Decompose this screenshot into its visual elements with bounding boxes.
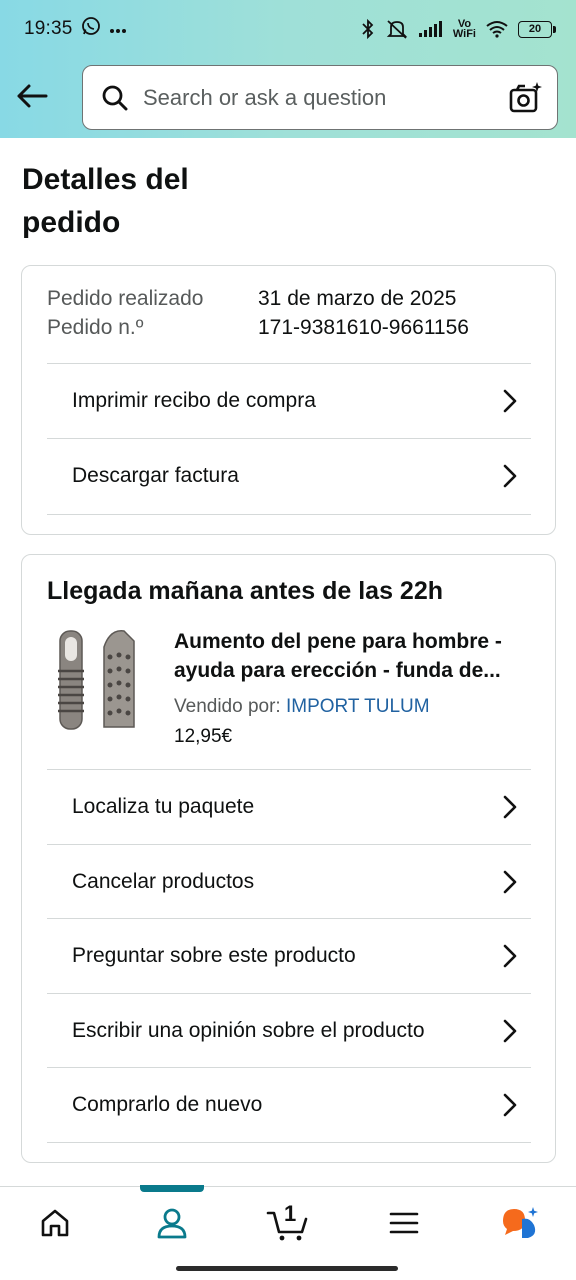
status-time: 19:35 (24, 18, 73, 39)
chevron-right-icon (503, 944, 517, 967)
shipment-card: Llegada mañana antes de las 22h Aumento … (21, 554, 556, 1163)
wifi-icon (485, 20, 509, 38)
nav-rufus[interactable] (480, 1187, 560, 1259)
nav-home[interactable] (15, 1187, 95, 1259)
seller-link[interactable]: IMPORT TULUM (286, 696, 430, 717)
rufus-ai-icon (503, 1207, 538, 1238)
write-review-label: Escribir una opinión sobre el producto (72, 1018, 425, 1042)
more-dots-icon (109, 18, 127, 40)
track-package-label: Localiza tu paquete (72, 794, 255, 818)
chevron-right-icon (503, 1093, 517, 1116)
product-image[interactable] (52, 627, 142, 731)
chevron-right-icon (503, 389, 517, 412)
status-bar: 19:35 Vo WiFi 20 (0, 0, 576, 58)
nav-account[interactable] (132, 1187, 212, 1259)
delivery-heading: Llegada mañana antes de las 22h (47, 577, 443, 605)
arrow-left-icon (17, 84, 48, 108)
buy-again-row[interactable]: Comprarlo de nuevo (47, 1067, 531, 1141)
home-icon (41, 1209, 69, 1237)
order-number-label: Pedido n.º (47, 316, 144, 339)
cart-count: 1 (284, 1201, 297, 1226)
whatsapp-icon (81, 16, 101, 42)
page-title: Detalles del pedido (22, 163, 189, 239)
order-info-card: Pedido realizado 31 de marzo de 2025 Ped… (21, 265, 556, 535)
order-date-label: Pedido realizado (47, 287, 204, 310)
cancel-items-row[interactable]: Cancelar productos (47, 844, 531, 918)
cancel-items-label: Cancelar productos (72, 869, 255, 893)
system-home-bar[interactable] (176, 1266, 398, 1271)
divider (47, 1142, 531, 1143)
back-button[interactable] (12, 76, 52, 116)
vowifi-icon: Vo WiFi (452, 18, 476, 40)
ask-product-question-row[interactable]: Preguntar sobre este producto (47, 918, 531, 992)
order-date-row: Pedido realizado 31 de marzo de 2025 (47, 287, 456, 311)
order-number-row: Pedido n.º 171-9381610-9661156 (47, 316, 469, 340)
order-date-value: 31 de marzo de 2025 (258, 287, 457, 310)
chevron-right-icon (503, 870, 517, 893)
sold-by-label: Vendido por: (174, 696, 281, 717)
chevron-right-icon (503, 1019, 517, 1042)
nav-cart[interactable]: 1 (248, 1187, 328, 1259)
ask-product-question-label: Preguntar sobre este producto (72, 943, 356, 967)
nav-menu[interactable] (364, 1187, 444, 1259)
track-package-row[interactable]: Localiza tu paquete (47, 769, 531, 843)
seller-info: Vendido por: IMPORT TULUM (174, 696, 430, 718)
print-receipt-row[interactable]: Imprimir recibo de compra (47, 363, 531, 437)
buy-again-label: Comprarlo de nuevo (72, 1092, 263, 1116)
product-title[interactable]: Aumento del pene para hombre - ayuda par… (174, 627, 534, 685)
search-input[interactable]: Search or ask a question (143, 85, 509, 111)
search-bar[interactable]: Search or ask a question (82, 65, 558, 130)
print-receipt-label: Imprimir recibo de compra (72, 388, 316, 412)
download-invoice-label: Descargar factura (72, 463, 239, 487)
mute-icon (385, 18, 409, 40)
battery-icon: 20 (518, 20, 556, 38)
divider (47, 514, 531, 515)
account-icon (157, 1208, 187, 1239)
chevron-right-icon (503, 464, 517, 487)
chevron-right-icon (503, 795, 517, 818)
order-number-value: 171-9381610-9661156 (258, 316, 469, 339)
product-price: 12,95€ (174, 726, 233, 747)
signal-icon (418, 20, 444, 38)
download-invoice-row[interactable]: Descargar factura (47, 438, 531, 512)
write-review-row[interactable]: Escribir una opinión sobre el producto (47, 993, 531, 1067)
menu-icon (389, 1212, 419, 1234)
camera-sparkle-icon[interactable] (509, 81, 543, 115)
bluetooth-icon (360, 18, 376, 40)
search-icon (102, 85, 128, 110)
